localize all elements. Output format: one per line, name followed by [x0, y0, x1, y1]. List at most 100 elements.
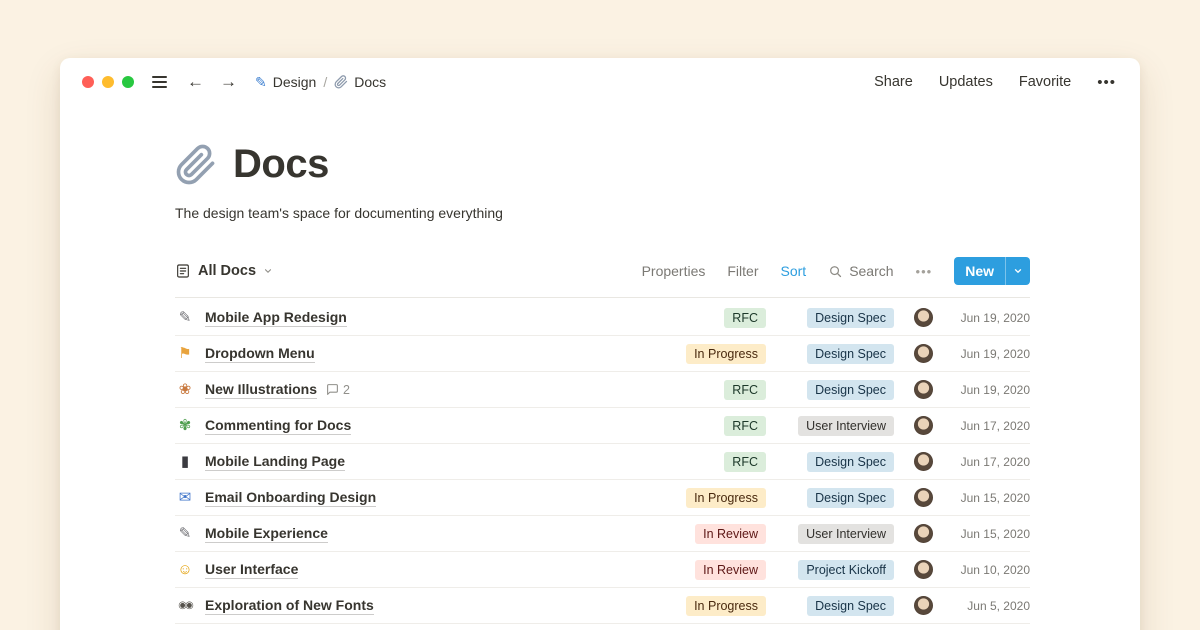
last-edited-date: Jun 17, 2020 [941, 419, 1030, 433]
last-edited-date: Jun 10, 2020 [941, 563, 1030, 577]
page-description: The design team's space for documenting … [175, 205, 1030, 221]
desktop-background: ← → ✎ Design / Docs Share Update [0, 0, 1200, 630]
smiley-icon: ☺ [175, 562, 195, 577]
docs-table: ✎ Mobile App Redesign RFC Design Spec Ju… [175, 300, 1030, 624]
last-edited-date: Jun 5, 2020 [941, 599, 1030, 613]
table-row[interactable]: ▮ Mobile Landing Page RFC Design Spec Ju… [175, 444, 1030, 480]
pen-icon: ✎ [175, 526, 195, 541]
doc-title-link[interactable]: Dropdown Menu [205, 345, 315, 363]
new-button[interactable]: New [954, 257, 1030, 285]
type-badge[interactable]: Design Spec [807, 488, 894, 508]
window-titlebar: ← → ✎ Design / Docs Share Update [60, 58, 1140, 106]
type-badge[interactable]: Design Spec [807, 596, 894, 616]
status-badge[interactable]: In Progress [686, 344, 766, 364]
updates-button[interactable]: Updates [939, 74, 993, 90]
breadcrumb-separator: / [323, 74, 327, 90]
last-edited-date: Jun 17, 2020 [941, 455, 1030, 469]
parrot-icon: ✾ [175, 418, 195, 433]
breadcrumb-label: Docs [354, 74, 386, 90]
status-badge[interactable]: RFC [724, 380, 766, 400]
comment-count-number: 2 [343, 383, 350, 397]
mailbox-icon: ✉ [175, 490, 195, 505]
paperclip-icon [334, 75, 348, 89]
paperclip-icon [175, 144, 217, 186]
doc-title-link[interactable]: Commenting for Docs [205, 417, 351, 435]
avatar [914, 560, 933, 579]
table-row[interactable]: ✾ Commenting for Docs RFC User Interview… [175, 408, 1030, 444]
doc-title-link[interactable]: New Illustrations [205, 381, 317, 399]
toolbar-more-icon[interactable]: ••• [916, 264, 933, 279]
doc-title-link[interactable]: Mobile App Redesign [205, 309, 347, 327]
type-badge[interactable]: Design Spec [807, 308, 894, 328]
filter-button[interactable]: Filter [727, 263, 758, 279]
minimize-window-button[interactable] [102, 76, 114, 88]
status-badge[interactable]: RFC [724, 452, 766, 472]
page-title-text: Docs [233, 142, 329, 187]
breadcrumb: ✎ Design / Docs [255, 74, 386, 91]
avatar [914, 344, 933, 363]
eyes-icon: ◉◉ [175, 601, 195, 611]
more-options-icon[interactable]: ••• [1097, 74, 1116, 91]
type-badge[interactable]: User Interview [798, 524, 894, 544]
table-row[interactable]: ✎ Mobile Experience In Review User Inter… [175, 516, 1030, 552]
type-badge[interactable]: Design Spec [807, 344, 894, 364]
breadcrumb-item-docs[interactable]: Docs [334, 74, 386, 90]
doc-title-link[interactable]: User Interface [205, 561, 298, 579]
doc-title-link[interactable]: Mobile Experience [205, 525, 328, 543]
favorite-button[interactable]: Favorite [1019, 74, 1071, 90]
comment-count[interactable]: 2 [326, 383, 350, 397]
type-badge[interactable]: Design Spec [807, 380, 894, 400]
palette-icon: ❀ [175, 382, 195, 397]
avatar [914, 380, 933, 399]
doc-title-link[interactable]: Exploration of New Fonts [205, 597, 374, 615]
breadcrumb-label: Design [273, 74, 317, 90]
avatar [914, 488, 933, 507]
status-badge[interactable]: In Review [695, 560, 766, 580]
last-edited-date: Jun 19, 2020 [941, 347, 1030, 361]
sidebar-menu-icon[interactable] [152, 76, 167, 88]
type-badge[interactable]: Project Kickoff [798, 560, 894, 580]
breadcrumb-item-design[interactable]: ✎ Design [255, 74, 316, 91]
avatar [914, 452, 933, 471]
table-row[interactable]: ✉ Email Onboarding Design In Progress De… [175, 480, 1030, 516]
new-dropdown-chevron[interactable] [1006, 257, 1030, 285]
table-row[interactable]: ◉◉ Exploration of New Fonts In Progress … [175, 588, 1030, 624]
avatar [914, 416, 933, 435]
last-edited-date: Jun 15, 2020 [941, 527, 1030, 541]
comment-bubble-icon [326, 383, 339, 396]
bookmark-icon: ⚑ [175, 346, 195, 361]
status-badge[interactable]: In Progress [686, 596, 766, 616]
search-button[interactable]: Search [828, 263, 893, 279]
table-row[interactable]: ☺ User Interface In Review Project Kicko… [175, 552, 1030, 588]
properties-button[interactable]: Properties [642, 263, 706, 279]
table-row[interactable]: ❀ New Illustrations 2 RFC Design Spec Ju… [175, 372, 1030, 408]
last-edited-date: Jun 19, 2020 [941, 383, 1030, 397]
sort-button[interactable]: Sort [781, 263, 807, 279]
mobile-phone-icon: ▮ [175, 454, 195, 469]
type-badge[interactable]: User Interview [798, 416, 894, 436]
chevron-down-icon [263, 266, 273, 276]
new-button-label: New [954, 257, 1005, 285]
type-badge[interactable]: Design Spec [807, 452, 894, 472]
table-row[interactable]: ✎ Mobile App Redesign RFC Design Spec Ju… [175, 300, 1030, 336]
status-badge[interactable]: In Review [695, 524, 766, 544]
share-button[interactable]: Share [874, 74, 913, 90]
status-badge[interactable]: RFC [724, 308, 766, 328]
last-edited-date: Jun 19, 2020 [941, 311, 1030, 325]
view-toolbar: All Docs Properties Filter Sort Search [175, 257, 1030, 298]
view-name: All Docs [198, 263, 256, 279]
view-selector[interactable]: All Docs [175, 263, 273, 279]
pen-icon: ✎ [255, 74, 267, 91]
doc-title-link[interactable]: Mobile Landing Page [205, 453, 345, 471]
back-arrow-icon[interactable]: ← [187, 72, 204, 92]
close-window-button[interactable] [82, 76, 94, 88]
forward-arrow-icon[interactable]: → [220, 72, 237, 92]
pen-icon: ✎ [175, 310, 195, 325]
doc-title-link[interactable]: Email Onboarding Design [205, 489, 376, 507]
status-badge[interactable]: RFC [724, 416, 766, 436]
avatar [914, 524, 933, 543]
table-row[interactable]: ⚑ Dropdown Menu In Progress Design Spec … [175, 336, 1030, 372]
status-badge[interactable]: In Progress [686, 488, 766, 508]
last-edited-date: Jun 15, 2020 [941, 491, 1030, 505]
zoom-window-button[interactable] [122, 76, 134, 88]
